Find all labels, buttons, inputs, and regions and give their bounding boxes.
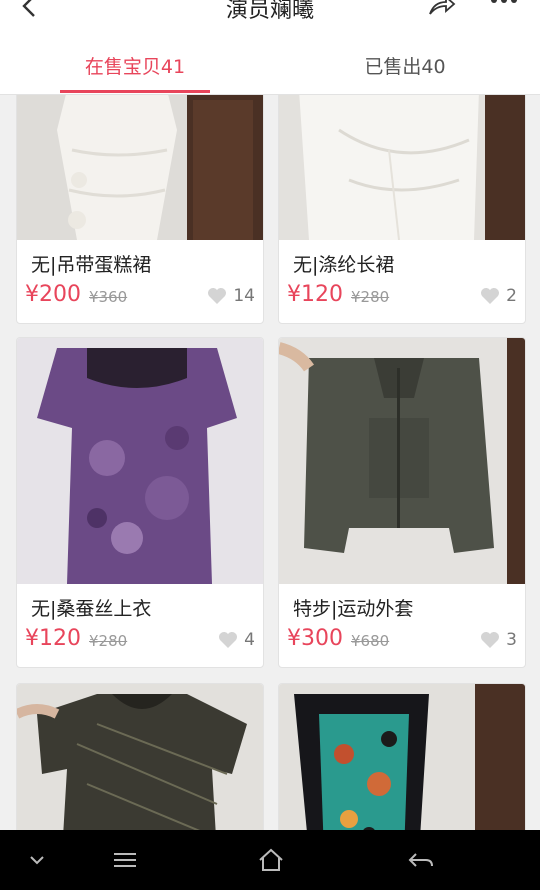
product-price: ¥120	[287, 282, 343, 307]
like-count-value: 14	[233, 286, 255, 306]
product-title: 无|吊带蛋糕裙	[31, 254, 152, 276]
heart-icon	[208, 288, 227, 304]
tab-bar: 在售宝贝41 已售出40	[0, 36, 540, 95]
share-icon	[429, 0, 456, 15]
product-grid: 无|吊带蛋糕裙 ¥200 ¥360 14 无|涤纶长裙 ¥120 ¥280 2 …	[0, 95, 540, 830]
menu-button[interactable]	[110, 846, 140, 874]
tab-selling[interactable]: 在售宝贝41	[60, 36, 210, 94]
product-card[interactable]: 特步|运动外套 ¥300 ¥680 3	[278, 337, 526, 668]
product-card[interactable]: 无|涤纶长裙 ¥120 ¥280 2	[278, 95, 526, 324]
like-count[interactable]: 2	[480, 286, 517, 306]
page-title: 演员斓曦	[225, 0, 314, 23]
product-card[interactable]: 无|桑蚕丝上衣 ¥120 ¥280 4	[16, 337, 264, 668]
product-original-price: ¥360	[89, 288, 128, 306]
app-root: 演员斓曦 在售宝贝41 已售出40 无|吊带蛋糕裙 ¥200 ¥360 14 无…	[0, 0, 540, 890]
product-title: 无|桑蚕丝上衣	[31, 598, 152, 620]
heart-icon	[219, 632, 238, 648]
like-count-value: 2	[506, 286, 517, 306]
chevron-down-icon	[30, 856, 44, 865]
more-dots-icon	[491, 0, 517, 3]
tab-active-indicator	[60, 90, 210, 93]
product-title: 特步|运动外套	[293, 598, 414, 620]
product-card[interactable]: 无|吊带蛋糕裙 ¥200 ¥360 14	[16, 95, 264, 324]
product-price: ¥200	[25, 282, 81, 307]
collapse-button[interactable]	[22, 846, 52, 874]
like-count-value: 4	[244, 630, 255, 650]
product-photo	[279, 95, 525, 240]
product-card[interactable]	[278, 683, 526, 830]
product-original-price: ¥680	[351, 632, 390, 650]
more-button[interactable]	[488, 0, 520, 8]
system-nav-bar	[0, 830, 540, 890]
share-button[interactable]	[426, 0, 456, 18]
like-count[interactable]: 14	[207, 286, 255, 306]
menu-icon	[114, 853, 136, 867]
like-count[interactable]: 4	[218, 630, 255, 650]
like-count[interactable]: 3	[480, 630, 517, 650]
product-price: ¥300	[287, 626, 343, 651]
top-header: 演员斓曦	[0, 0, 540, 37]
product-photo	[279, 684, 525, 830]
product-original-price: ¥280	[89, 632, 128, 650]
product-photo	[17, 684, 263, 830]
heart-icon	[481, 288, 500, 304]
product-photo	[17, 95, 263, 240]
home-button[interactable]	[256, 846, 286, 874]
heart-icon	[481, 632, 500, 648]
back-icon	[408, 853, 433, 867]
product-photo	[279, 338, 525, 584]
product-title: 无|涤纶长裙	[293, 254, 395, 276]
product-original-price: ¥280	[351, 288, 390, 306]
system-back-button[interactable]	[406, 846, 436, 874]
product-price: ¥120	[25, 626, 81, 651]
product-card[interactable]	[16, 683, 264, 830]
like-count-value: 3	[506, 630, 517, 650]
home-icon	[259, 848, 283, 871]
product-photo	[17, 338, 263, 584]
tab-sold[interactable]: 已售出40	[330, 36, 480, 94]
